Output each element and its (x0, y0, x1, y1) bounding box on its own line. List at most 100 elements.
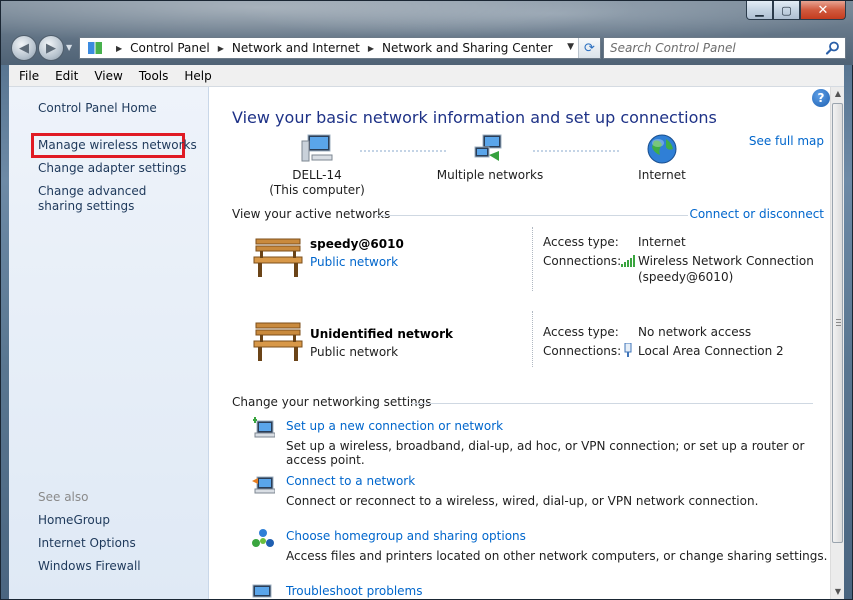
breadcrumb-network-sharing-center[interactable]: Network and Sharing Center (382, 41, 553, 55)
map-node-label: Multiple networks (436, 168, 544, 182)
refresh-icon: ⟳ (584, 40, 595, 56)
sidebar-internet-options[interactable]: Internet Options (38, 536, 136, 551)
task-troubleshoot-link[interactable]: Troubleshoot problems (286, 584, 422, 598)
see-full-map-link[interactable]: See full map (749, 134, 824, 148)
menu-edit[interactable]: Edit (47, 69, 86, 83)
task-connect-network-link[interactable]: Connect to a network (286, 474, 415, 488)
network-type: Public network (310, 345, 399, 359)
task-description: Connect or reconnect to a wireless, wire… (286, 494, 759, 508)
forward-button[interactable]: ▶ (38, 35, 64, 61)
map-node-internet[interactable]: Internet (622, 133, 702, 183)
scroll-up-icon[interactable]: ▲ (831, 87, 845, 101)
map-node-sublabel: (This computer) (269, 183, 365, 197)
sidebar-change-advanced-sharing[interactable]: Change advanced sharing settings (38, 184, 188, 214)
network-name: Unidentified network (310, 327, 453, 341)
public-network-bench-icon (253, 238, 303, 277)
search-input[interactable] (604, 38, 819, 58)
divider (532, 311, 533, 367)
globe-icon (647, 134, 677, 164)
connections-label: Connections: (543, 344, 622, 358)
maximize-button[interactable]: ▢ (773, 1, 800, 20)
new-connection-icon (253, 417, 275, 438)
task-description: Set up a wireless, broadband, dial-up, a… (286, 439, 805, 467)
access-type-label: Access type: (543, 235, 619, 249)
homegroup-icon (252, 529, 274, 547)
navigation-row: ◀ ▶ ▼ ▶ Control Panel ▶ Network and Inte… (9, 33, 846, 61)
network-name: speedy@6010 (310, 237, 404, 251)
close-button[interactable]: ✕ (800, 1, 846, 20)
grip-icon (836, 319, 841, 326)
sidebar-manage-wireless-networks[interactable]: Manage wireless networks (38, 138, 197, 153)
task-homegroup-link[interactable]: Choose homegroup and sharing options (286, 529, 526, 543)
settings-heading: Change your networking settings (232, 395, 432, 409)
address-dropdown-icon[interactable]: ▼ (567, 42, 574, 52)
breadcrumb-separator-icon[interactable]: ▶ (368, 44, 374, 53)
active-networks-heading: View your active networks (232, 207, 391, 221)
menu-bar: File Edit View Tools Help (9, 65, 844, 87)
multiple-networks-icon (474, 134, 502, 161)
scroll-down-icon[interactable]: ▼ (831, 585, 845, 599)
refresh-button[interactable]: ⟳ (578, 38, 600, 58)
breadcrumb-network-and-internet[interactable]: Network and Internet (232, 41, 360, 55)
help-button[interactable]: ? (812, 89, 830, 107)
main-panel: ? View your basic network information an… (210, 87, 830, 599)
sidebar-windows-firewall[interactable]: Windows Firewall (38, 559, 141, 574)
breadcrumb-control-panel[interactable]: Control Panel (130, 41, 210, 55)
recent-pages-dropdown[interactable]: ▼ (66, 43, 72, 52)
caption-buttons: ▁ ▢ ✕ (746, 1, 846, 20)
computer-icon (301, 134, 333, 162)
menu-view[interactable]: View (86, 69, 130, 83)
breadcrumb-separator-icon[interactable]: ▶ (116, 44, 122, 53)
search-icon[interactable] (825, 40, 841, 56)
divider (411, 403, 813, 404)
menu-tools[interactable]: Tools (131, 69, 177, 83)
connect-network-icon (252, 476, 275, 494)
back-arrow-icon: ◀ (19, 40, 29, 56)
scrollbar-thumb[interactable] (832, 103, 843, 543)
map-node-label: Internet (638, 168, 686, 182)
maximize-icon: ▢ (781, 3, 792, 17)
breadcrumb-separator-icon[interactable]: ▶ (218, 44, 224, 53)
sidebar-homegroup[interactable]: HomeGroup (38, 513, 110, 528)
map-node-label: DELL-14 (292, 168, 342, 182)
access-type-label: Access type: (543, 325, 619, 339)
vertical-scrollbar[interactable]: ▲ ▼ (830, 87, 844, 599)
wireless-connection-link[interactable]: Wireless Network Connection (638, 253, 814, 269)
menu-help[interactable]: Help (176, 69, 219, 83)
local-area-connection-link[interactable]: Local Area Connection 2 (638, 343, 784, 359)
close-icon: ✕ (817, 2, 829, 18)
network-type-link[interactable]: Public network (310, 255, 398, 269)
map-connector (360, 150, 446, 152)
troubleshoot-icon (252, 584, 272, 598)
wireless-connection-ssid[interactable]: (speedy@6010) (638, 269, 733, 285)
menu-file[interactable]: File (11, 69, 47, 83)
search-box[interactable] (603, 37, 846, 59)
access-type-value: No network access (638, 325, 752, 339)
minimize-icon: ▁ (755, 3, 764, 17)
control-panel-icon (88, 42, 102, 54)
wireless-signal-icon (621, 255, 635, 267)
explorer-window: ▁ ▢ ✕ ◀ ▶ ▼ ▶ Control Panel ▶ Network an… (0, 0, 853, 600)
connect-or-disconnect-link[interactable]: Connect or disconnect (689, 207, 824, 221)
divider (532, 227, 533, 291)
divider (376, 215, 688, 216)
page-title: View your basic network information and … (232, 108, 717, 127)
ethernet-icon (624, 343, 632, 357)
content-area: Control Panel Home Manage wireless netwo… (9, 87, 844, 599)
sidebar: Control Panel Home Manage wireless netwo… (9, 87, 209, 599)
back-button[interactable]: ◀ (11, 35, 37, 61)
task-description: Access files and printers located on oth… (286, 549, 828, 563)
forward-arrow-icon: ▶ (46, 40, 56, 56)
sidebar-control-panel-home[interactable]: Control Panel Home (38, 101, 157, 116)
map-connector (533, 150, 619, 152)
sidebar-change-adapter-settings[interactable]: Change adapter settings (38, 161, 186, 176)
map-node-computer[interactable]: DELL-14 (This computer) (262, 133, 372, 198)
map-node-multiple-networks[interactable]: Multiple networks (436, 133, 544, 183)
minimize-button[interactable]: ▁ (746, 1, 773, 20)
public-network-bench-icon (253, 322, 303, 361)
help-icon: ? (817, 91, 825, 105)
address-bar[interactable]: ▶ Control Panel ▶ Network and Internet ▶… (79, 37, 601, 59)
see-also-label: See also (38, 490, 89, 504)
task-setup-connection-link[interactable]: Set up a new connection or network (286, 419, 503, 433)
connections-label: Connections: (543, 254, 622, 268)
